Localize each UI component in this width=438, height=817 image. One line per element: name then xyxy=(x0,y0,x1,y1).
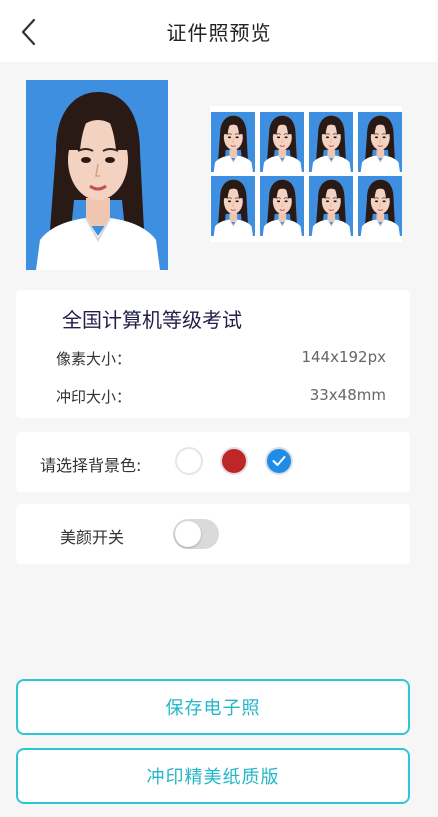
beauty-card: 美颜开关 xyxy=(16,504,410,564)
spec-info-card: 全国计算机等级考试 像素大小： 144x192px 冲印大小： 33x48mm xyxy=(16,290,410,418)
sheet-photo xyxy=(211,112,255,172)
pixel-size-value: 144x192px xyxy=(301,348,386,366)
bg-option-white[interactable] xyxy=(175,447,203,475)
sheet-photo xyxy=(309,112,353,172)
print-sheet-preview[interactable] xyxy=(210,106,402,242)
print-paper-photo-button[interactable]: 冲印精美纸质版 xyxy=(16,748,410,804)
pixel-size-label: 像素大小： xyxy=(56,350,132,368)
sheet-photo xyxy=(211,176,255,236)
top-bar: 证件照预览 xyxy=(0,0,438,62)
photo-preview-area xyxy=(0,62,438,282)
save-electronic-photo-button[interactable]: 保存电子照 xyxy=(16,679,410,735)
id-photo[interactable] xyxy=(26,80,168,270)
print-size-value: 33x48mm xyxy=(309,386,386,404)
print-size-label: 冲印大小： xyxy=(56,388,132,406)
beauty-toggle[interactable] xyxy=(173,519,219,549)
sheet-photo xyxy=(358,112,402,172)
bg-option-blue[interactable] xyxy=(265,447,293,475)
background-color-label: 请选择背景色: xyxy=(40,456,142,475)
back-button[interactable] xyxy=(16,18,40,46)
sheet-photo xyxy=(309,176,353,236)
exam-name: 全国计算机等级考试 xyxy=(62,308,242,332)
toggle-knob xyxy=(175,521,201,547)
sheet-photo xyxy=(260,176,304,236)
check-icon xyxy=(272,456,286,466)
background-color-card: 请选择背景色: xyxy=(16,432,410,492)
sheet-photo xyxy=(260,112,304,172)
chevron-left-icon xyxy=(21,18,36,46)
beauty-label: 美颜开关 xyxy=(60,528,125,547)
bg-option-red[interactable] xyxy=(220,447,248,475)
page-title: 证件照预览 xyxy=(166,20,272,45)
sheet-photo xyxy=(358,176,402,236)
